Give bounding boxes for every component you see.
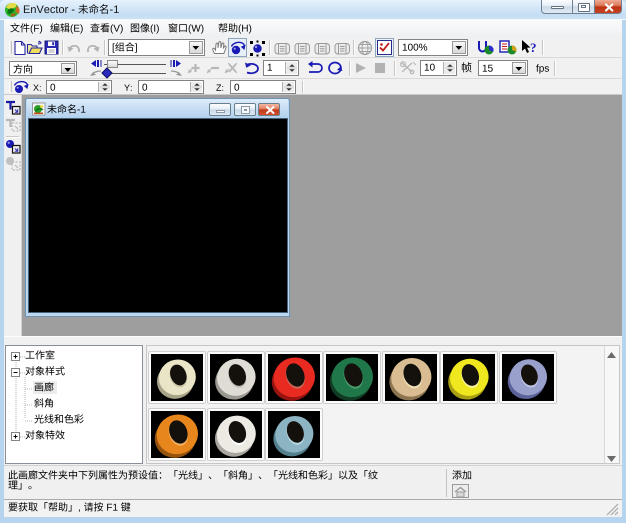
svg-text:?: ? xyxy=(530,40,537,55)
